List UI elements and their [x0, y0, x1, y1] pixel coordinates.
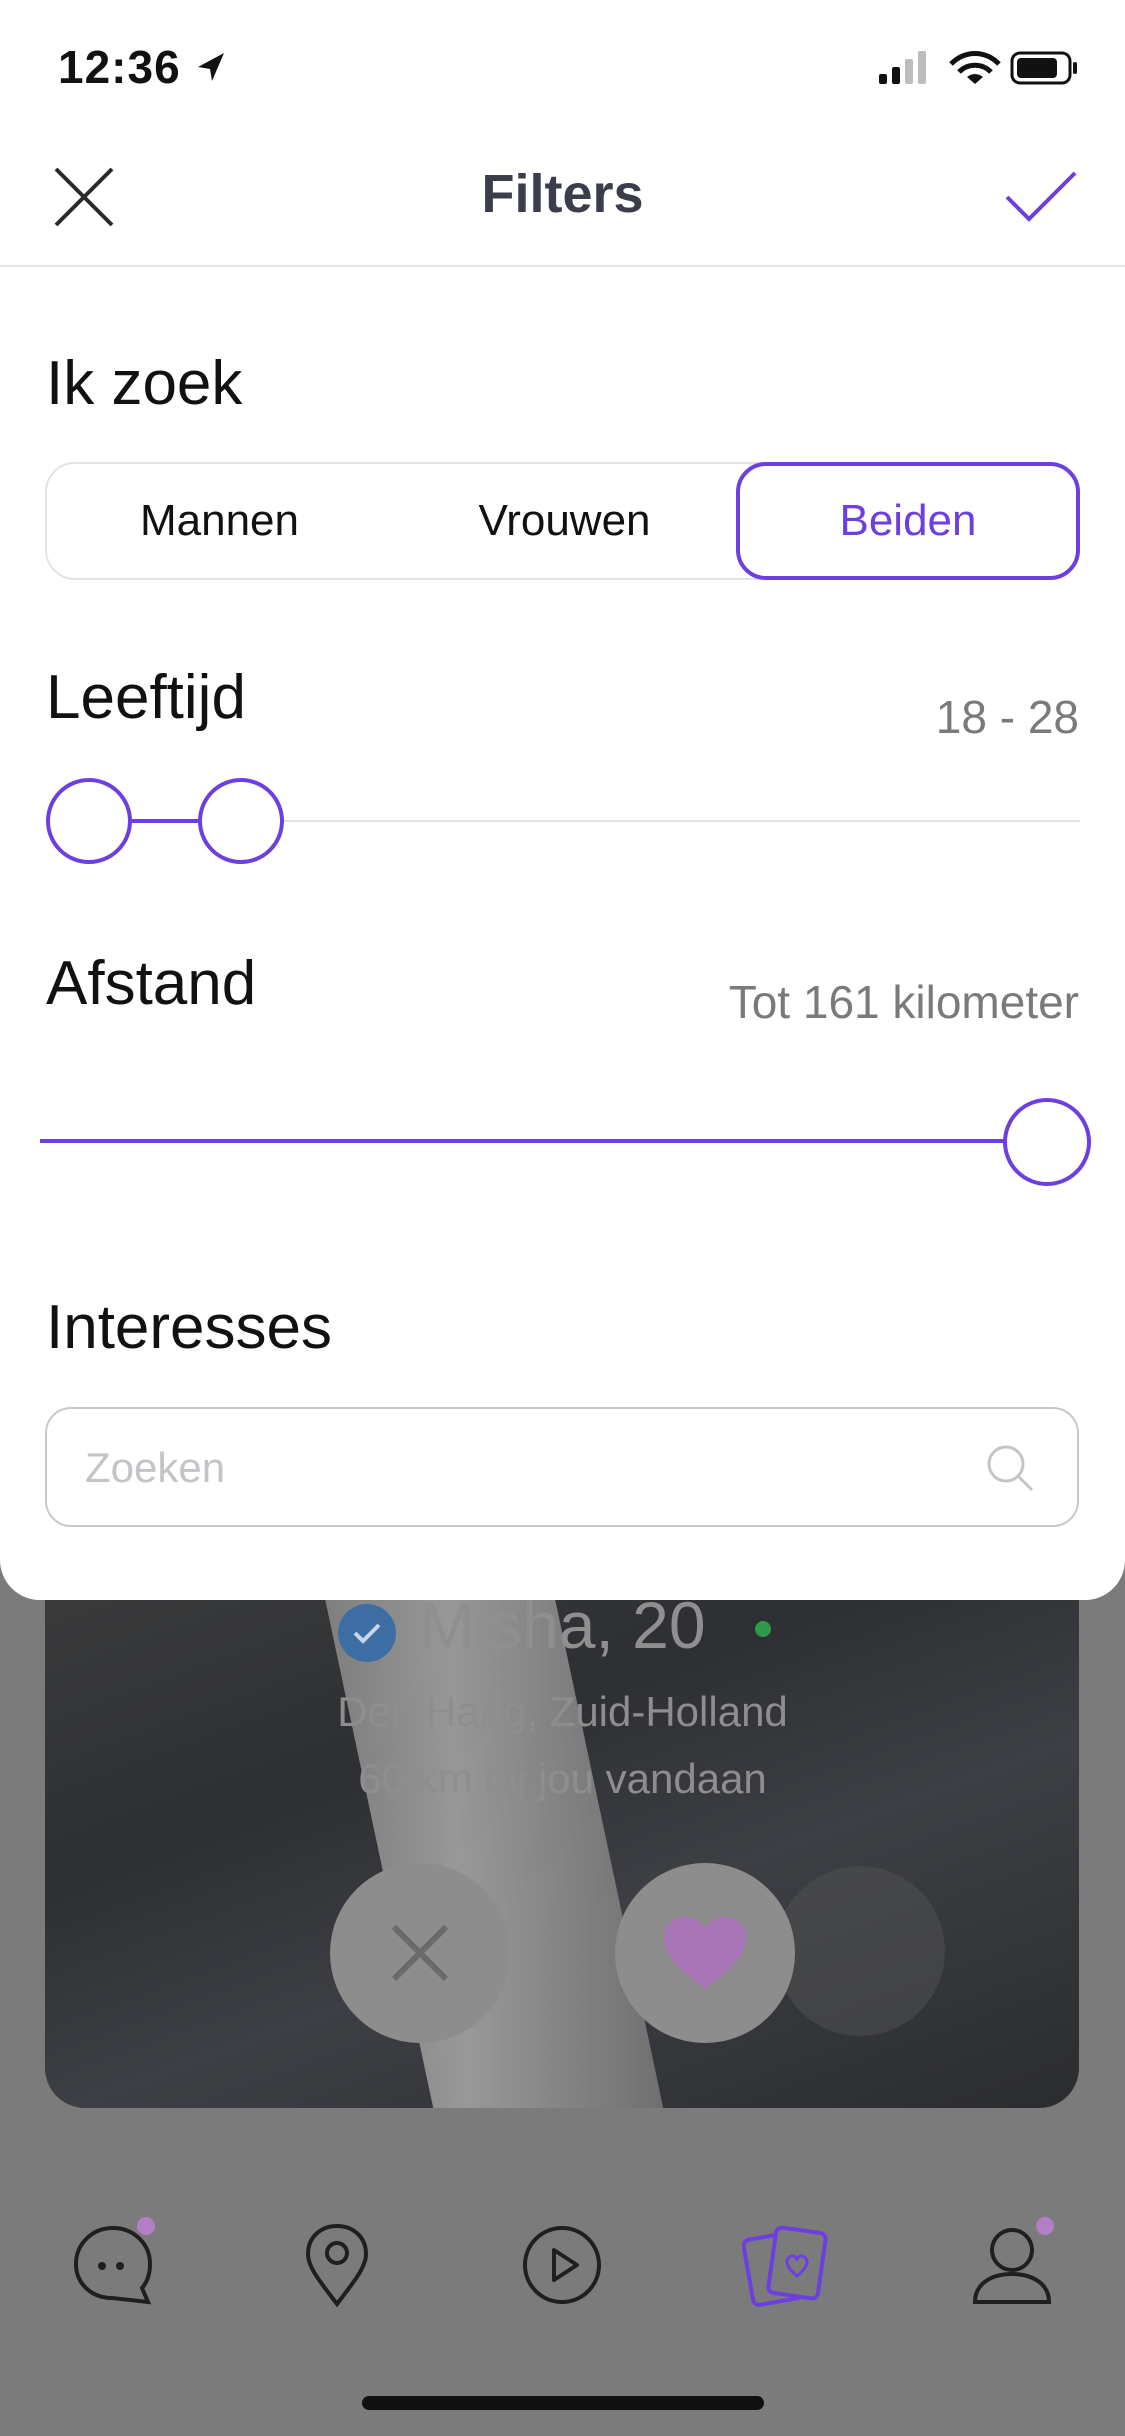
tab-play[interactable] — [512, 2215, 612, 2315]
age-title: Leeftijd — [46, 663, 246, 732]
search-input[interactable] — [83, 1409, 967, 1527]
heart-icon — [664, 1917, 746, 1989]
segment-women[interactable]: Vrouwen — [392, 464, 737, 578]
age-max-thumb[interactable] — [198, 778, 284, 864]
bottom-tab-bar — [0, 2175, 1125, 2335]
tab-cards[interactable] — [737, 2215, 837, 2315]
distance-value: Tot 161 kilometer — [728, 976, 1079, 1028]
confirm-button[interactable] — [1005, 169, 1077, 223]
status-icons — [879, 48, 1079, 93]
location-arrow-icon — [198, 53, 225, 81]
online-status-dot — [755, 1621, 771, 1637]
tab-profile[interactable] — [962, 2215, 1062, 2315]
segment-both[interactable]: Beiden — [736, 462, 1080, 580]
looking-for-title: Ik zoek — [46, 349, 243, 418]
gender-segmented-control: Mannen Vrouwen Beiden — [45, 462, 1080, 580]
dislike-button[interactable] — [330, 1863, 510, 2043]
chat-icon — [73, 2225, 153, 2305]
status-time: 12:36 — [58, 40, 228, 94]
like-button[interactable] — [615, 1863, 795, 2043]
home-indicator — [362, 2396, 764, 2410]
distance-title: Afstand — [46, 949, 257, 1018]
age-value: 18 - 28 — [935, 691, 1079, 743]
interests-search — [45, 1407, 1079, 1527]
notification-dot — [1036, 2217, 1054, 2235]
wifi-icon — [949, 51, 1001, 84]
signal-icon — [879, 51, 926, 84]
close-icon — [391, 1924, 449, 1982]
interests-title: Interesses — [46, 1293, 333, 1362]
notification-dot — [137, 2217, 155, 2235]
location-pin-icon — [305, 2223, 369, 2308]
search-icon — [987, 1445, 1034, 1492]
cards-icon — [742, 2225, 828, 2307]
play-icon — [523, 2226, 601, 2304]
profile-icon — [972, 2228, 1052, 2304]
status-time-text: 12:36 — [58, 41, 181, 93]
page-title: Filters — [481, 164, 644, 224]
distance-slider-fill — [40, 1139, 1050, 1143]
tab-chat[interactable] — [63, 2215, 163, 2315]
age-min-thumb[interactable] — [46, 778, 132, 864]
checkmark-icon — [1005, 171, 1077, 222]
profile-distance: 60 km bij jou vandaan — [358, 1755, 767, 1802]
filters-sheet: 12:36 Filters Ik zoek Mannen Vrouwen Bei… — [0, 0, 1125, 1600]
next-profile-button — [775, 1866, 945, 2036]
nav-bar: Filters — [0, 135, 1125, 267]
battery-icon — [1010, 51, 1077, 85]
segment-men[interactable]: Mannen — [47, 464, 392, 578]
tab-location[interactable] — [287, 2215, 387, 2315]
profile-location: Den Haag, Zuid-Holland — [337, 1688, 788, 1735]
distance-thumb[interactable] — [1003, 1098, 1091, 1186]
